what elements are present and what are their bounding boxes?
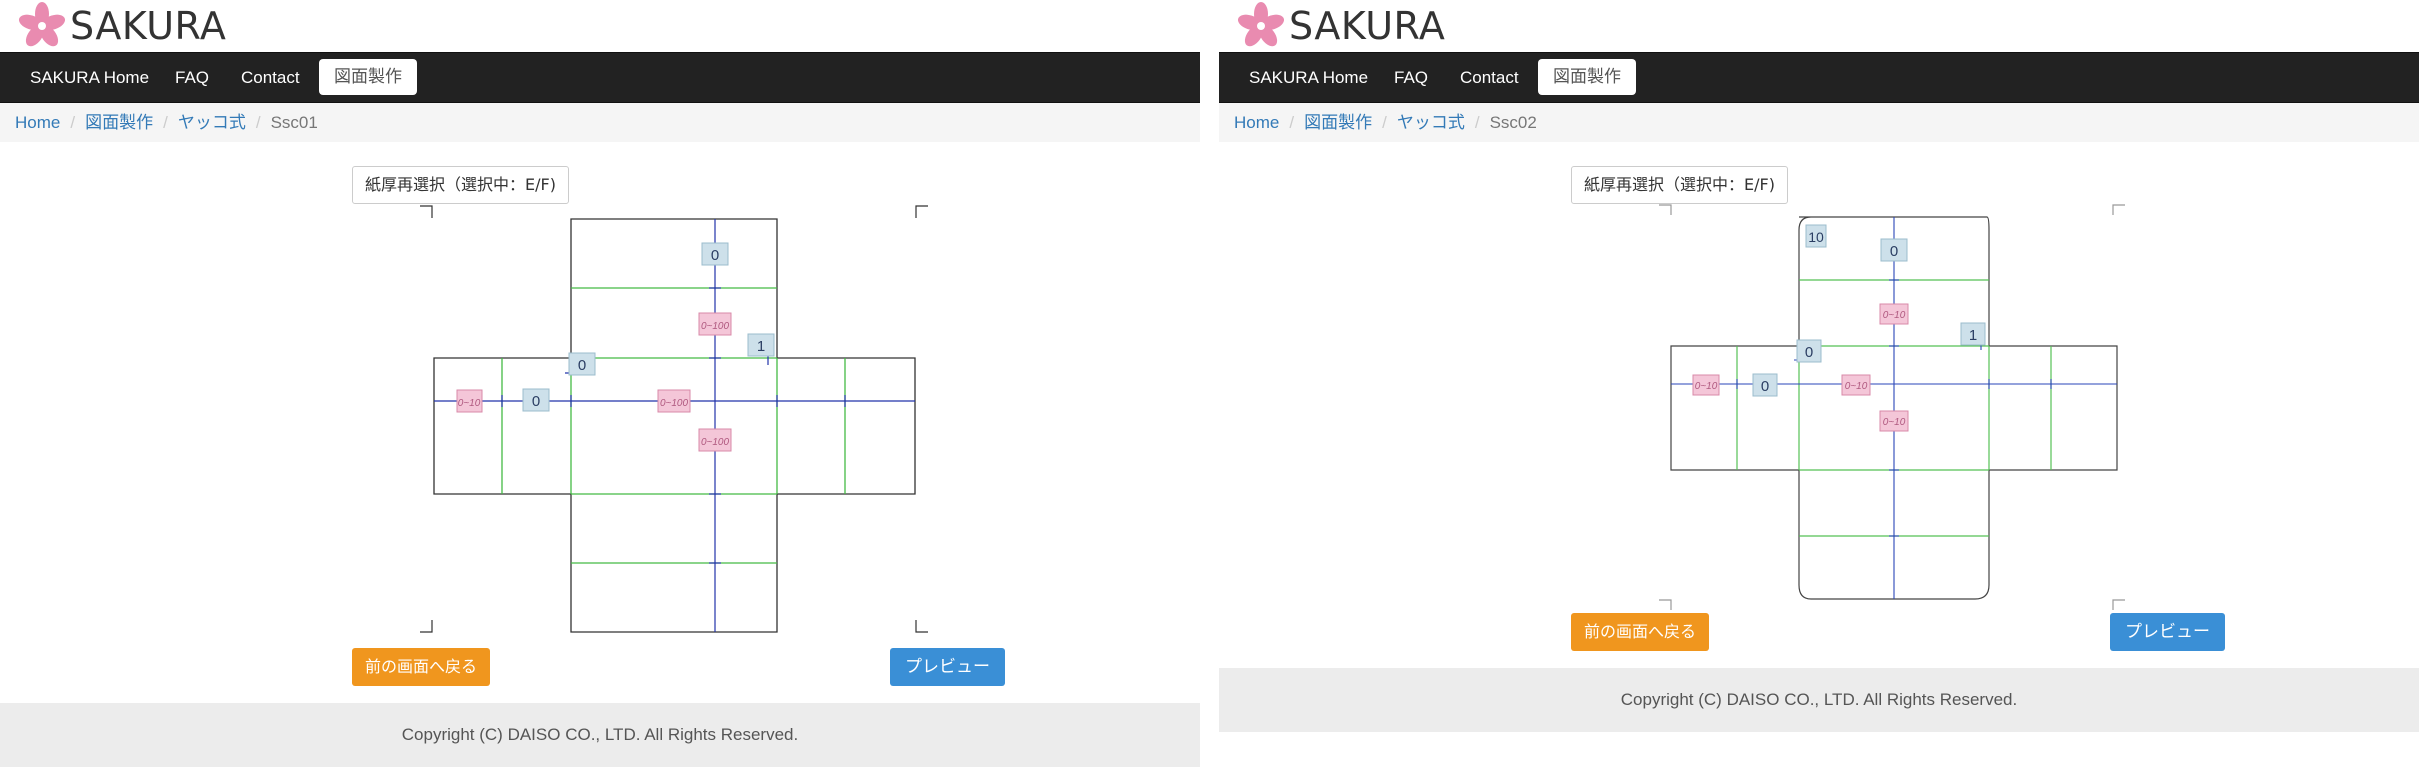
range-box[interactable]: 0~10	[1879, 410, 1909, 432]
range-box-label: 0~10	[1845, 381, 1868, 392]
value-box-label: 10	[1808, 229, 1824, 245]
preview-button[interactable]: プレビュー	[890, 648, 1005, 686]
range-box-label: 0~100	[701, 437, 730, 448]
range-box-label: 0~100	[701, 321, 730, 332]
range-box-label: 0~100	[660, 398, 689, 409]
back-button[interactable]: 前の画面へ戻る	[1571, 613, 1710, 651]
value-box-label: 0	[1890, 243, 1898, 260]
value-box[interactable]: 0	[1752, 373, 1778, 397]
crop-marks	[1659, 204, 2125, 610]
copyright-text: Copyright (C) DAISO CO., LTD. All Rights…	[401, 725, 799, 744]
range-box-label: 0~10	[1883, 417, 1906, 428]
value-box-label: 0	[1805, 344, 1813, 361]
back-button[interactable]: 前の画面へ戻る	[352, 648, 491, 686]
value-box-label: 0	[1761, 378, 1769, 395]
value-box-label: 1	[1969, 327, 1977, 344]
value-box[interactable]: 10	[1805, 224, 1827, 248]
range-box[interactable]: 0~10	[1692, 374, 1720, 396]
dimension-lines	[1671, 217, 2117, 599]
value-box[interactable]: 0	[1796, 339, 1822, 363]
fold-lines	[501, 287, 846, 564]
value-box[interactable]: 0	[568, 352, 596, 376]
value-box-label: 1	[757, 338, 765, 355]
page-ssc02: SAKURA SAKURA Home FAQ Contact 図面製作 Home…	[1219, 0, 2419, 767]
value-box[interactable]: 0	[701, 242, 729, 266]
range-box[interactable]: 0~10	[456, 389, 483, 413]
dimension-lines	[434, 219, 915, 632]
value-box[interactable]: 0	[1880, 238, 1908, 262]
site-footer: Copyright (C) DAISO CO., LTD. All Rights…	[1219, 668, 2419, 732]
box-die-diagram: 0 1 0 0 0~100 0~10 0~100 0~100	[420, 205, 928, 633]
copyright-text: Copyright (C) DAISO CO., LTD. All Rights…	[1620, 690, 2018, 709]
range-box[interactable]: 0~10	[1841, 374, 1871, 396]
range-box-label: 0~10	[1695, 381, 1718, 392]
range-box[interactable]: 0~100	[698, 312, 732, 336]
value-box-label: 0	[532, 393, 540, 410]
range-box[interactable]: 0~100	[657, 389, 691, 413]
range-box-label: 0~10	[458, 398, 481, 409]
preview-button[interactable]: プレビュー	[2110, 613, 2225, 651]
value-box[interactable]: 0	[522, 388, 550, 412]
value-box-label: 0	[711, 247, 719, 264]
page-ssc01: SAKURA SAKURA Home FAQ Contact 図面製作 Home…	[0, 0, 1200, 767]
crop-marks	[420, 205, 928, 633]
box-die-diagram: 10 0 1 0 0 0~10 0~10 0~10 0~10	[1659, 204, 2125, 610]
die-cut-outline	[433, 218, 916, 633]
range-box[interactable]: 0~10	[1879, 303, 1909, 325]
range-box-label: 0~10	[1883, 310, 1906, 321]
value-box-label: 0	[578, 357, 586, 374]
site-footer: Copyright (C) DAISO CO., LTD. All Rights…	[0, 703, 1200, 767]
range-box[interactable]: 0~100	[698, 428, 732, 452]
value-box[interactable]: 1	[1960, 322, 1986, 346]
value-box[interactable]: 1	[747, 333, 775, 357]
